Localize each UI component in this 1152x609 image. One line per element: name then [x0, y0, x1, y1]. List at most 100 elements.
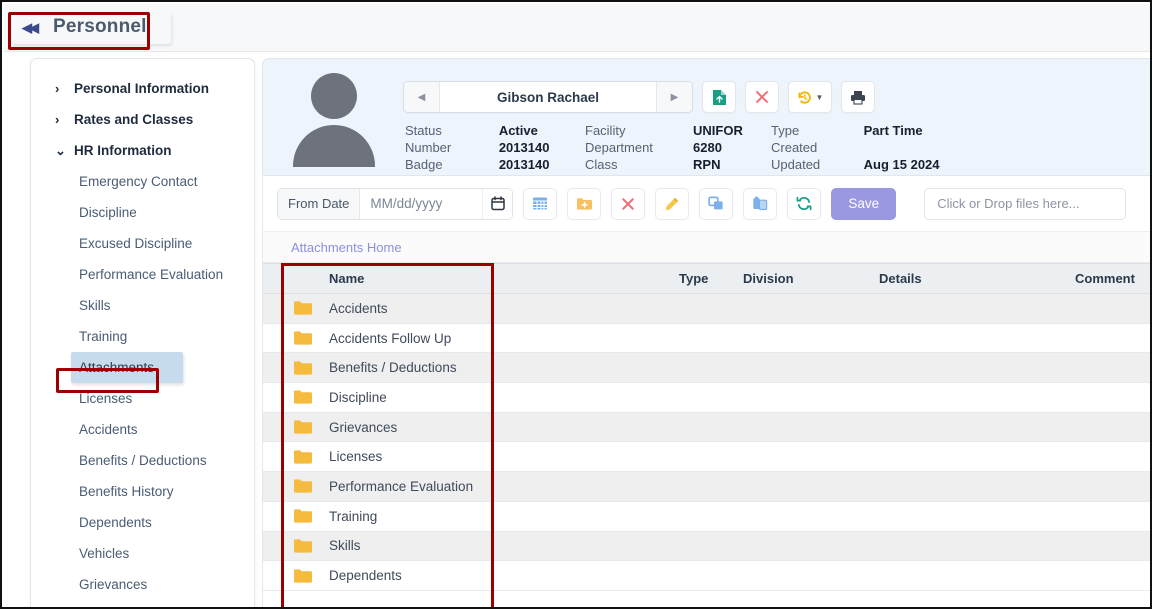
cell-division — [735, 471, 871, 502]
sidebar-item-skills[interactable]: Skills — [31, 290, 254, 321]
cell-comment — [1067, 382, 1150, 413]
row-folder-icon-cell — [285, 531, 321, 562]
sidebar-item-excused-discipline[interactable]: Excused Discipline — [31, 228, 254, 259]
breadcrumb: Attachments Home — [262, 232, 1150, 263]
table-row[interactable]: Discipline — [263, 382, 1150, 413]
avatar-body — [293, 125, 375, 167]
cell-name: Performance Evaluation — [321, 471, 671, 502]
row-folder-icon-cell — [285, 560, 321, 591]
calendar-icon[interactable] — [482, 188, 513, 219]
cell-name: Accidents Follow Up — [321, 323, 671, 354]
new-folder-button[interactable] — [567, 187, 602, 220]
sidebar-item-attachments[interactable]: Attachments — [71, 352, 183, 383]
grid-icon — [533, 197, 548, 210]
employee-field-grid: Status Active Number 2013140 Badge 20131… — [403, 123, 1150, 172]
file-dropzone[interactable]: Click or Drop files here... — [924, 187, 1127, 220]
table-row[interactable]: Training — [263, 501, 1150, 532]
cell-comment — [1067, 531, 1150, 562]
field-label-facility: Facility — [585, 123, 626, 138]
column-header-spacer — [263, 263, 285, 294]
column-header-division[interactable]: Division — [735, 263, 871, 294]
table-row[interactable]: Accidents — [263, 293, 1150, 324]
folder-plus-icon — [576, 197, 592, 210]
folder-icon — [294, 568, 312, 583]
cell-name: Training — [321, 501, 671, 532]
table-row[interactable]: Performance Evaluation — [263, 471, 1150, 502]
table-row[interactable]: Dependents — [263, 560, 1150, 591]
breadcrumb-attachments-home[interactable]: Attachments Home — [291, 240, 402, 255]
employee-pager: ◀ Gibson Rachael ▶ — [403, 81, 693, 113]
column-header-type[interactable]: Type — [671, 263, 735, 294]
module-title-button[interactable]: ◀◀ Personnel — [12, 12, 171, 44]
sidebar-item-discipline[interactable]: Discipline — [31, 197, 254, 228]
folder-icon — [294, 361, 312, 375]
save-button[interactable]: Save — [831, 187, 897, 220]
sidebar-item-benefits-deductions[interactable]: Benefits / Deductions — [31, 445, 254, 476]
cell-comment — [1067, 323, 1150, 354]
cell-division — [735, 352, 871, 384]
copy-icon — [708, 196, 724, 210]
save-record-button[interactable] — [702, 81, 736, 113]
table-row[interactable]: Grievances — [263, 412, 1150, 443]
field-label-department: Department — [585, 140, 653, 155]
sidebar-item-vehicles[interactable]: Vehicles — [31, 538, 254, 569]
cell-comment — [1067, 441, 1150, 473]
edit-button[interactable] — [655, 187, 690, 220]
cell-name: Dependents — [321, 560, 671, 591]
sidebar-item-emergency-contact[interactable]: Emergency Contact — [31, 166, 254, 197]
cell-details — [871, 382, 1067, 413]
cell-name: Benefits / Deductions — [321, 352, 671, 384]
sidebar-group-rates-and-classes[interactable]: › Rates and Classes — [31, 104, 254, 135]
history-button[interactable]: ▼ — [788, 81, 832, 113]
folder-icon — [294, 420, 312, 434]
sidebar-item-benefits-history[interactable]: Benefits History — [31, 476, 254, 507]
paste-button[interactable] — [743, 187, 778, 220]
column-header-icon — [285, 263, 321, 294]
cell-name: Licenses — [321, 441, 671, 473]
copy-button[interactable] — [699, 187, 734, 220]
cell-name: Skills — [321, 531, 671, 562]
folder-icon — [294, 331, 312, 345]
column-header-comment[interactable]: Comment — [1067, 263, 1150, 294]
table-row[interactable]: Licenses — [263, 441, 1150, 473]
column-header-details[interactable]: Details — [871, 263, 1067, 294]
sidebar-item-performance-evaluation[interactable]: Performance Evaluation — [31, 259, 254, 290]
column-header-name[interactable]: Name — [321, 263, 671, 294]
sidebar-item-dependents[interactable]: Dependents — [31, 507, 254, 538]
app-window: ◀◀ Personnel › Personal Information › Ra… — [0, 0, 1152, 609]
cell-details — [871, 441, 1067, 473]
delete-button[interactable] — [611, 187, 646, 220]
from-date-input[interactable]: MM/dd/yyyy — [360, 188, 483, 219]
paste-icon — [753, 196, 768, 211]
avatar-head — [311, 73, 357, 119]
field-label-created: Created — [771, 140, 818, 155]
sidebar-item-training[interactable]: Training — [31, 321, 254, 352]
sidebar-group-personal-information[interactable]: › Personal Information — [31, 73, 254, 104]
sidebar-item-grievances[interactable]: Grievances — [31, 569, 254, 600]
field-label-status: Status — [405, 123, 442, 138]
cell-name: Grievances — [321, 412, 671, 443]
field-value-facility: UNIFOR — [693, 123, 743, 138]
cell-division — [735, 382, 871, 413]
grid-view-button[interactable] — [523, 187, 558, 220]
next-employee-button[interactable]: ▶ — [656, 82, 692, 112]
cell-division — [735, 560, 871, 591]
sidebar-item-accidents[interactable]: Accidents — [31, 414, 254, 445]
print-button[interactable] — [841, 81, 875, 113]
sidebar-group-hr-information[interactable]: ⌄ HR Information — [31, 135, 254, 166]
employee-name[interactable]: Gibson Rachael — [440, 82, 656, 112]
employee-fields-column-2: Facility UNIFOR Department 6280 Class RP… — [585, 123, 771, 172]
table-row[interactable]: Skills — [263, 531, 1150, 562]
sidebar-item-licenses[interactable]: Licenses — [31, 383, 254, 414]
cell-type — [671, 501, 735, 532]
printer-icon — [851, 90, 865, 105]
delete-record-button[interactable] — [745, 81, 779, 113]
row-folder-icon-cell — [285, 352, 321, 384]
table-header: Name Type Division Details Comment — [263, 263, 1150, 294]
table-row[interactable]: Accidents Follow Up — [263, 323, 1150, 354]
table-row[interactable]: Benefits / Deductions — [263, 352, 1150, 384]
attachments-toolbar: From Date MM/dd/yyyy Save Click or Drop … — [262, 176, 1150, 232]
previous-employee-button[interactable]: ◀ — [404, 82, 440, 112]
refresh-button[interactable] — [787, 187, 822, 220]
double-left-arrow-icon[interactable]: ◀◀ — [22, 21, 39, 34]
